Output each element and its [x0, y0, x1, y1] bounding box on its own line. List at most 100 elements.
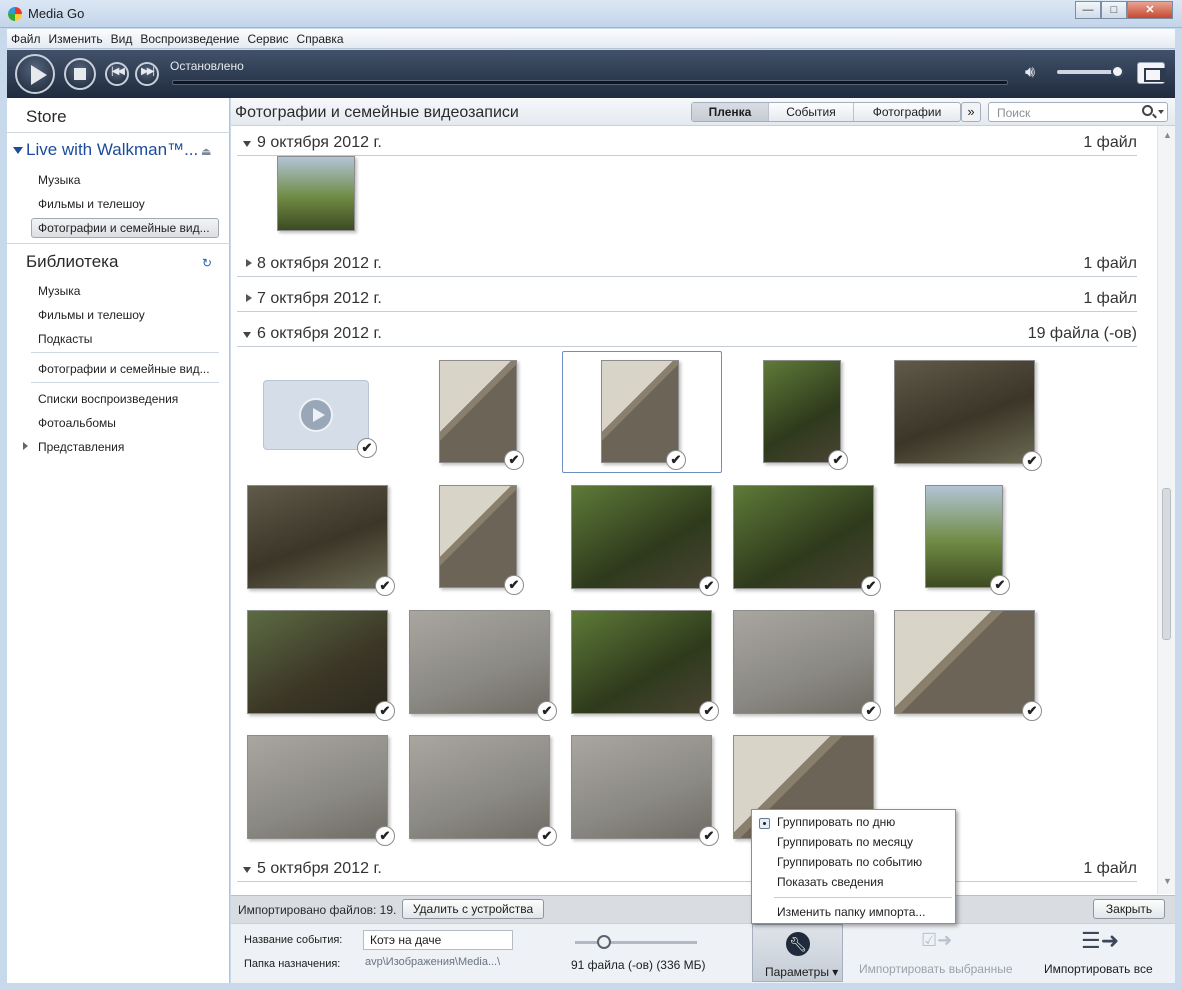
menu-playback[interactable]: Воспроизведение — [136, 29, 243, 49]
scrollbar-thumb[interactable] — [1162, 488, 1171, 640]
expand-triangle-icon[interactable] — [246, 294, 252, 302]
checkmark-icon[interactable]: ✔ — [537, 826, 557, 846]
sidebar-library-photos[interactable]: Фотографии и семейные вид... — [38, 362, 210, 376]
scroll-up-icon[interactable]: ▲ — [1163, 130, 1172, 140]
photo-thumbnail[interactable]: ✔ — [571, 485, 719, 596]
checkmark-icon[interactable]: ✔ — [861, 576, 881, 596]
tab-film[interactable]: Пленка — [692, 103, 769, 121]
import-selected-button[interactable]: Импортировать выбранные — [859, 962, 1013, 976]
toggle-panel-button[interactable] — [1137, 62, 1166, 84]
remove-from-device-button[interactable]: Удалить с устройства — [402, 899, 544, 919]
chevron-down-icon[interactable] — [1158, 110, 1164, 114]
sidebar-device-walkman[interactable]: Live with Walkman™... — [26, 140, 198, 160]
library-sync-icon[interactable]: ↻ — [202, 256, 212, 270]
minimize-button[interactable]: — — [1075, 1, 1101, 19]
photo-thumbnail[interactable]: ✔ — [925, 485, 1010, 595]
sidebar-device-photos[interactable]: Фотографии и семейные вид... — [38, 221, 210, 235]
checkmark-icon[interactable]: ✔ — [375, 826, 395, 846]
menu-item-group-by-event[interactable]: Группировать по событию — [777, 855, 922, 869]
checkmark-icon[interactable]: ✔ — [828, 450, 848, 470]
collapse-triangle-icon[interactable] — [243, 332, 251, 338]
scroll-down-icon[interactable]: ▼ — [1163, 876, 1172, 886]
menu-view[interactable]: Вид — [107, 29, 137, 49]
eject-icon[interactable]: ⏏ — [201, 145, 211, 158]
vertical-scrollbar[interactable]: ▲ ▼ — [1157, 126, 1175, 894]
sidebar-library-movies[interactable]: Фильмы и телешоу — [38, 308, 145, 322]
volume-slider[interactable] — [1057, 70, 1119, 74]
checkmark-icon[interactable]: ✔ — [699, 826, 719, 846]
maximize-button[interactable]: □ — [1101, 1, 1127, 19]
menu-item-change-import-folder[interactable]: Изменить папку импорта... — [777, 905, 925, 919]
photo-thumbnail-selected[interactable]: ✔ — [601, 360, 686, 470]
photo-thumbnail[interactable]: ✔ — [247, 735, 395, 846]
play-button[interactable] — [15, 54, 55, 94]
menu-file[interactable]: Файл — [7, 29, 45, 49]
photo-thumbnail[interactable]: ✔ — [409, 735, 557, 846]
date-group-header[interactable]: 5 октября 2012 г. 1 файл — [237, 858, 1137, 882]
photo-thumbnail[interactable]: ✔ — [733, 485, 881, 596]
sidebar-library-playlists[interactable]: Списки воспроизведения — [38, 392, 178, 406]
tab-photos[interactable]: Фотографии — [854, 103, 960, 121]
expand-triangle-icon[interactable] — [23, 442, 28, 450]
photo-thumbnail[interactable] — [277, 156, 355, 231]
date-group-header[interactable]: 9 октября 2012 г. 1 файл — [237, 132, 1137, 156]
checkmark-icon[interactable]: ✔ — [375, 576, 395, 596]
photo-thumbnail[interactable]: ✔ — [439, 485, 524, 595]
expand-triangle-icon[interactable] — [246, 259, 252, 267]
photo-list[interactable]: 9 октября 2012 г. 1 файл 8 октября 2012 … — [231, 126, 1157, 894]
parameters-button[interactable]: 🔧︎ Параметры ▾ — [752, 924, 843, 982]
photo-thumbnail[interactable]: ✔ — [247, 610, 395, 721]
menu-help[interactable]: Справка — [293, 29, 348, 49]
close-window-button[interactable]: ✕ — [1127, 1, 1173, 19]
menu-tools[interactable]: Сервис — [243, 29, 292, 49]
date-group-header[interactable]: 6 октября 2012 г. 19 файла (-ов) — [237, 323, 1137, 347]
photo-thumbnail[interactable]: ✔ — [571, 610, 719, 721]
previous-track-button[interactable]: |◀◀ — [105, 62, 129, 86]
date-group-header[interactable]: 7 октября 2012 г. 1 файл — [237, 288, 1137, 312]
checkmark-icon[interactable]: ✔ — [861, 701, 881, 721]
menu-item-group-by-month[interactable]: Группировать по месяцу — [777, 835, 913, 849]
checkmark-icon[interactable]: ✔ — [1022, 451, 1042, 471]
next-track-button[interactable]: ▶▶| — [135, 62, 159, 86]
photo-thumbnail[interactable]: ✔ — [247, 485, 395, 596]
checkmark-icon[interactable]: ✔ — [699, 576, 719, 596]
sidebar-store[interactable]: Store — [26, 107, 67, 127]
checkmark-icon[interactable]: ✔ — [357, 438, 377, 458]
collapse-triangle-icon[interactable] — [243, 141, 251, 147]
volume-slider-knob[interactable] — [1111, 65, 1124, 78]
sidebar-device-music[interactable]: Музыка — [38, 173, 80, 187]
stop-button[interactable] — [64, 58, 96, 90]
close-button[interactable]: Закрыть — [1093, 899, 1165, 919]
speaker-icon[interactable]: 🔊︎ — [1025, 64, 1035, 82]
checkmark-icon[interactable]: ✔ — [1022, 701, 1042, 721]
playback-progress-bar[interactable] — [172, 80, 1008, 85]
event-name-input[interactable]: Котэ на даче — [363, 930, 513, 950]
photo-thumbnail[interactable]: ✔ — [409, 610, 557, 721]
photo-thumbnail[interactable]: ✔ — [894, 360, 1042, 471]
checkmark-icon[interactable]: ✔ — [504, 450, 524, 470]
menu-edit[interactable]: Изменить — [45, 29, 107, 49]
search-icon[interactable] — [1142, 105, 1153, 116]
menu-item-show-details[interactable]: Показать сведения — [777, 875, 884, 889]
checkmark-icon[interactable]: ✔ — [699, 701, 719, 721]
checkmark-icon[interactable]: ✔ — [666, 450, 686, 470]
import-all-button[interactable]: Импортировать все — [1044, 962, 1153, 976]
sidebar-library-podcasts[interactable]: Подкасты — [38, 332, 92, 346]
photo-thumbnail[interactable]: ✔ — [571, 735, 719, 846]
photo-thumbnail[interactable]: ✔ — [733, 610, 881, 721]
sidebar-library-music[interactable]: Музыка — [38, 284, 80, 298]
sidebar-device-movies[interactable]: Фильмы и телешоу — [38, 197, 145, 211]
collapse-triangle-icon[interactable] — [243, 867, 251, 873]
photo-thumbnail[interactable]: ✔ — [763, 360, 848, 470]
search-input[interactable]: Поиск — [988, 102, 1168, 122]
checkmark-icon[interactable]: ✔ — [375, 701, 395, 721]
tab-events[interactable]: События — [769, 103, 854, 121]
checkmark-icon[interactable]: ✔ — [990, 575, 1010, 595]
video-thumbnail[interactable]: ✔ — [263, 380, 377, 458]
more-tabs-button[interactable]: » — [961, 102, 981, 122]
menu-item-group-by-day[interactable]: Группировать по дню — [777, 815, 895, 829]
sidebar-library-views[interactable]: Представления — [38, 440, 124, 454]
sidebar-library[interactable]: Библиотека — [26, 252, 118, 272]
thumbnail-size-slider[interactable] — [575, 941, 697, 944]
date-group-header[interactable]: 8 октября 2012 г. 1 файл — [237, 253, 1137, 277]
